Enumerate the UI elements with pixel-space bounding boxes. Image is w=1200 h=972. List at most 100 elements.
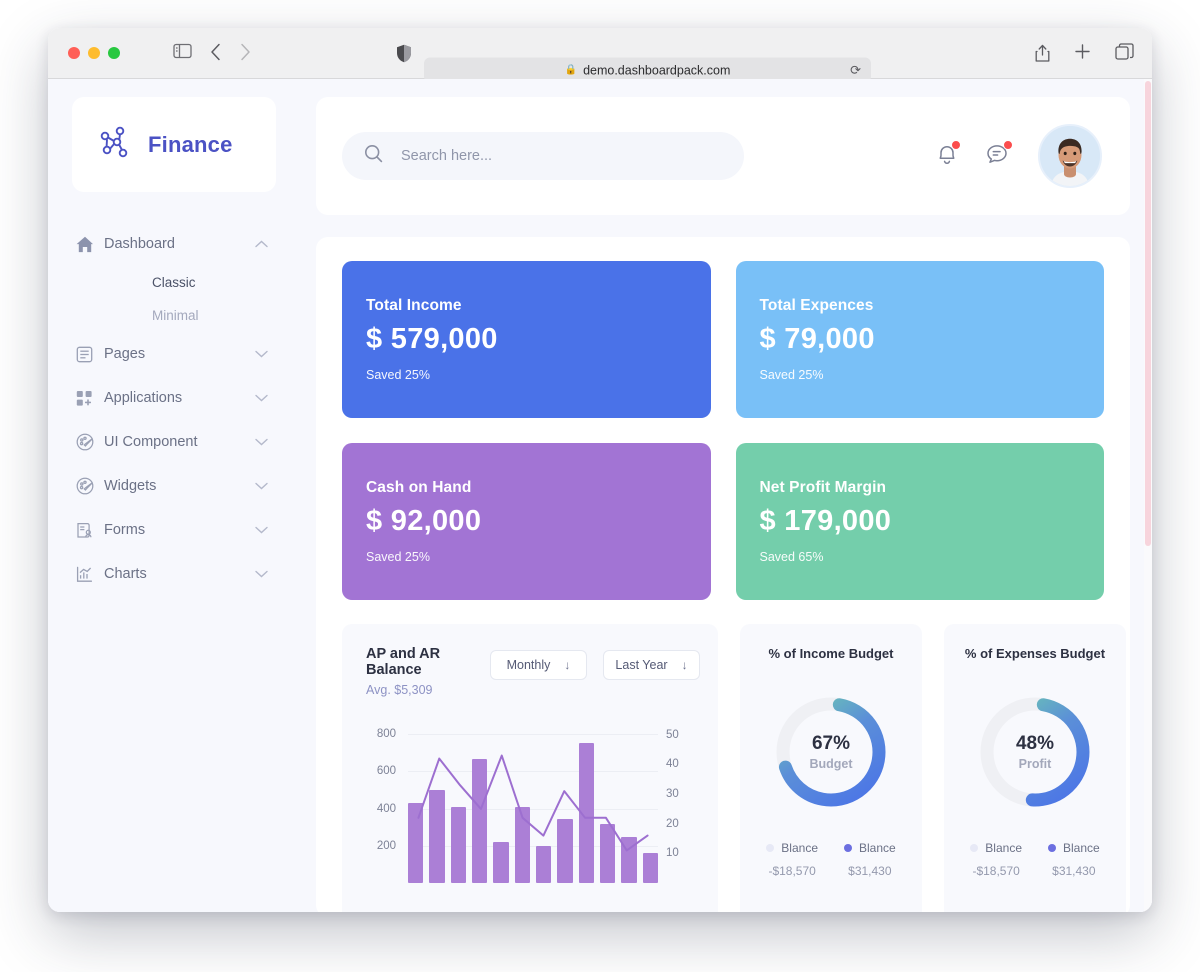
notification-badge bbox=[951, 139, 961, 150]
chart-trend-line bbox=[408, 723, 658, 883]
top-header-bar bbox=[316, 97, 1130, 215]
legend-label: Blance bbox=[1063, 841, 1100, 855]
stat-card-total-income[interactable]: Total Income $ 579,000 Saved 25% bbox=[342, 261, 711, 418]
share-icon[interactable] bbox=[1035, 43, 1050, 67]
stat-value: $ 92,000 bbox=[366, 505, 482, 537]
stat-cards: Total Income $ 579,000 Saved 25% Total E… bbox=[342, 261, 1104, 600]
donut-center-labels: 67% Budget bbox=[772, 693, 890, 811]
y-tick-right: 50 bbox=[666, 728, 679, 741]
palette-icon bbox=[76, 477, 104, 495]
close-window-button[interactable] bbox=[68, 47, 80, 59]
bell-icon[interactable] bbox=[936, 139, 961, 171]
panel-title: AP and AR Balance bbox=[366, 646, 441, 678]
sidebar-item-ui-component[interactable]: UI Component bbox=[48, 420, 300, 464]
legend-label: Blance bbox=[985, 841, 1022, 855]
panel-title: % of Expenses Budget bbox=[964, 646, 1106, 661]
maximize-window-button[interactable] bbox=[108, 47, 120, 59]
chart-plot-area bbox=[408, 723, 658, 883]
logo-card[interactable]: Finance bbox=[72, 97, 276, 192]
chat-bubble-icon[interactable] bbox=[986, 140, 1013, 170]
search-input[interactable] bbox=[401, 148, 701, 164]
page-scrollbar[interactable] bbox=[1144, 79, 1152, 912]
avatar[interactable] bbox=[1038, 124, 1102, 188]
sidebar-subitem-minimal[interactable]: Minimal bbox=[48, 299, 300, 332]
search-box[interactable] bbox=[342, 132, 744, 180]
chart-filters: Monthly ↓ Last Year ↓ bbox=[490, 650, 700, 680]
palette-icon bbox=[76, 433, 104, 451]
chevron-down-icon[interactable] bbox=[255, 526, 268, 534]
y-tick-left: 600 bbox=[376, 765, 396, 778]
sidebar-item-forms[interactable]: Forms bbox=[48, 508, 300, 552]
donut-legend: Blance -$18,570 Blance $31,430 bbox=[944, 841, 1126, 878]
page-body: Finance Dashboard Classic Minimal Pages … bbox=[48, 79, 1152, 912]
new-tab-icon[interactable] bbox=[1074, 43, 1091, 67]
logo-text: Finance bbox=[148, 131, 233, 157]
stat-sub: Saved 25% bbox=[366, 550, 430, 564]
donut-legend: Blance -$18,570 Blance $31,430 bbox=[740, 841, 922, 878]
chevron-up-icon[interactable] bbox=[255, 240, 268, 248]
chevron-down-icon[interactable] bbox=[255, 438, 268, 446]
minimize-window-button[interactable] bbox=[88, 47, 100, 59]
y-tick-left: 400 bbox=[376, 802, 396, 815]
panel-title: % of Income Budget bbox=[768, 646, 894, 661]
browser-window: 🔒 demo.dashboardpack.com ⟳ Finance Dashb… bbox=[48, 28, 1152, 912]
stat-card-cash-on-hand[interactable]: Cash on Hand $ 92,000 Saved 25% bbox=[342, 443, 711, 600]
lock-icon: 🔒 bbox=[564, 64, 578, 76]
legend-label: Blance bbox=[781, 841, 818, 855]
period-select-last-year[interactable]: Last Year ↓ bbox=[603, 650, 700, 680]
back-arrow-icon[interactable] bbox=[210, 43, 221, 66]
scrollbar-thumb[interactable] bbox=[1145, 81, 1151, 546]
reload-icon[interactable]: ⟳ bbox=[850, 62, 861, 78]
sidebar-item-label: Applications bbox=[104, 390, 183, 406]
search-icon bbox=[364, 144, 383, 168]
stat-card-net-profit-margin[interactable]: Net Profit Margin $ 179,000 Saved 65% bbox=[735, 443, 1104, 600]
sidebar-item-label: Forms bbox=[104, 522, 146, 538]
chevron-down-icon[interactable] bbox=[255, 570, 268, 578]
income-budget-panel: % of Income Budget 67% Budget Blance -$1… bbox=[740, 624, 922, 912]
legend-value: -$18,570 bbox=[768, 864, 816, 878]
sidebar-nav: Dashboard Classic Minimal Pages Applicat… bbox=[48, 222, 300, 596]
sidebar-subitem-classic[interactable]: Classic bbox=[48, 266, 300, 299]
stat-value: $ 179,000 bbox=[759, 505, 892, 537]
stat-sub: Saved 25% bbox=[366, 368, 430, 382]
sidebar-item-pages[interactable]: Pages bbox=[48, 332, 300, 376]
stat-sub: Saved 65% bbox=[759, 550, 824, 564]
legend-dot bbox=[844, 844, 852, 852]
toolbar-right-actions bbox=[1035, 43, 1134, 67]
chart-y-axis-left: 200 400 600 800 bbox=[366, 723, 396, 883]
stat-card-total-expences[interactable]: Total Expences $ 79,000 Saved 25% bbox=[735, 261, 1104, 418]
chevron-down-icon[interactable] bbox=[255, 394, 268, 402]
donut-percent: 67% bbox=[811, 733, 851, 754]
income-donut-chart: 67% Budget bbox=[772, 693, 890, 811]
period-select-monthly[interactable]: Monthly ↓ bbox=[490, 650, 587, 680]
header-actions bbox=[936, 124, 1102, 188]
legend-item: Blance -$18,570 bbox=[766, 841, 818, 878]
panel-subtitle: Avg. $5,309 bbox=[366, 683, 433, 697]
chevron-down-icon[interactable] bbox=[255, 482, 268, 490]
stat-value: $ 579,000 bbox=[366, 323, 498, 355]
dashboard-content-card: Total Income $ 579,000 Saved 25% Total E… bbox=[316, 237, 1130, 912]
legend-dot bbox=[970, 844, 979, 852]
stat-title: Net Profit Margin bbox=[759, 479, 887, 496]
chevron-down-icon[interactable] bbox=[255, 350, 268, 358]
select-label: Last Year bbox=[615, 658, 668, 672]
y-tick-right: 30 bbox=[666, 788, 679, 801]
donut-label: Budget bbox=[809, 757, 853, 771]
expenses-budget-panel: % of Expenses Budget 48% Profit Blance -… bbox=[944, 624, 1126, 912]
sidebar-toggle-icon[interactable] bbox=[173, 43, 192, 64]
legend-item: Blance $31,430 bbox=[1048, 841, 1100, 878]
tab-overview-icon[interactable] bbox=[1115, 43, 1134, 67]
donut-percent: 48% bbox=[1015, 733, 1055, 754]
sidebar-item-label: Dashboard bbox=[104, 236, 175, 252]
sidebar: Finance Dashboard Classic Minimal Pages … bbox=[48, 79, 300, 912]
sidebar-item-widgets[interactable]: Widgets bbox=[48, 464, 300, 508]
stat-title: Total Income bbox=[366, 297, 462, 314]
legend-value: $31,430 bbox=[1052, 864, 1096, 878]
sidebar-item-dashboard[interactable]: Dashboard bbox=[48, 222, 300, 266]
browser-toolbar: 🔒 demo.dashboardpack.com ⟳ bbox=[48, 28, 1152, 83]
sidebar-item-charts[interactable]: Charts bbox=[48, 552, 300, 596]
form-user-icon bbox=[76, 522, 104, 539]
forward-arrow-icon[interactable] bbox=[240, 43, 251, 66]
shield-icon[interactable] bbox=[396, 44, 412, 68]
sidebar-item-applications[interactable]: Applications bbox=[48, 376, 300, 420]
